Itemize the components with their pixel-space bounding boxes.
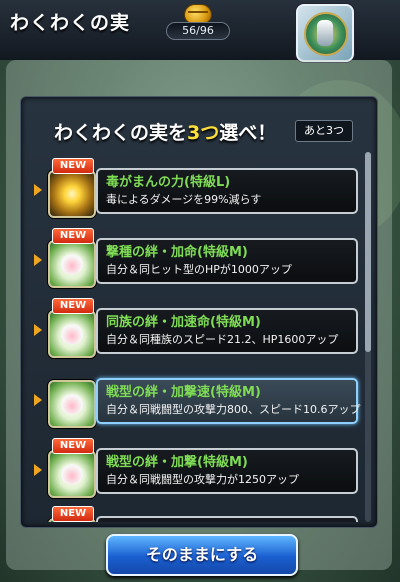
heading-suffix: 選べ！ [219, 122, 277, 144]
new-badge: NEW [52, 438, 94, 454]
fruit-icon [184, 4, 212, 24]
monster-avatar[interactable] [296, 4, 354, 62]
heading-number: 3つ [187, 122, 220, 144]
item-desc: 毒によるダメージを99%減らす [106, 193, 262, 206]
scroll-thumb[interactable] [365, 152, 371, 352]
arrow-icon [34, 464, 42, 476]
arrow-icon [34, 254, 42, 266]
poison-orb-icon [48, 170, 96, 218]
lotus-fruit-icon [48, 240, 96, 288]
lotus-fruit-icon [48, 380, 96, 428]
fruit-list[interactable]: 毒がまんの力(特級L) 毒によるダメージを99%減らす NEW 撃種の絆・加命(… [0, 150, 400, 522]
new-badge: NEW [52, 298, 94, 314]
item-card[interactable] [96, 516, 358, 522]
list-item[interactable]: 撃種の絆・加命(特級M) 自分＆同ヒット型のHPが1000アップ NEW [34, 228, 358, 288]
screen-title: わくわくの実 [10, 12, 131, 34]
lotus-fruit-icon [48, 310, 96, 358]
lotus-fruit-icon [48, 450, 96, 498]
item-desc: 自分＆同ヒット型のHPが1000アップ [106, 263, 292, 276]
heading-prefix: わくわくの実を [54, 122, 188, 144]
monster-figure [317, 20, 333, 46]
item-name: 戦型の絆・加撃(特級M) [106, 455, 248, 470]
item-name: 同族の絆・加速命(特級M) [106, 315, 261, 330]
list-item[interactable]: 同族の絆・加速命(特級M) 自分＆同種族のスピード21.2、HP1600アップ … [34, 298, 358, 358]
fruit-counter: 56/96 [163, 4, 233, 42]
dialog-heading: わくわくの実を3つ選べ！ [54, 118, 276, 145]
list-item[interactable]: NEW [34, 506, 358, 522]
item-desc: 自分＆同戦闘型の攻撃力が1250アップ [106, 473, 299, 486]
item-name: 戦型の絆・加撃速(特級M) [106, 385, 261, 400]
new-badge: NEW [52, 228, 94, 244]
list-item[interactable]: 戦型の絆・加撃(特級M) 自分＆同戦闘型の攻撃力が1250アップ NEW [34, 438, 358, 498]
list-item-selected[interactable]: 戦型の絆・加撃速(特級M) 自分＆同戦闘型の攻撃力800、スピード10.6アップ [34, 374, 361, 428]
remaining-badge: あと3つ [295, 120, 353, 142]
fruit-count: 56/96 [166, 22, 230, 40]
arrow-icon [34, 394, 42, 406]
item-name: 毒がまんの力(特級L) [106, 175, 231, 190]
new-badge: NEW [52, 506, 94, 522]
top-bar: わくわくの実 56/96 [0, 0, 400, 62]
keep-as-is-button[interactable]: そのままにする [106, 534, 298, 576]
arrow-icon [34, 324, 42, 336]
item-name: 撃種の絆・加命(特級M) [106, 245, 248, 260]
list-scrollbar[interactable] [365, 152, 371, 522]
new-badge: NEW [52, 158, 94, 174]
item-desc: 自分＆同種族のスピード21.2、HP1600アップ [106, 333, 339, 346]
arrow-icon [34, 184, 42, 196]
item-desc: 自分＆同戦闘型の攻撃力800、スピード10.6アップ [106, 403, 361, 416]
list-item[interactable]: 毒がまんの力(特級L) 毒によるダメージを99%減らす NEW [34, 158, 358, 218]
